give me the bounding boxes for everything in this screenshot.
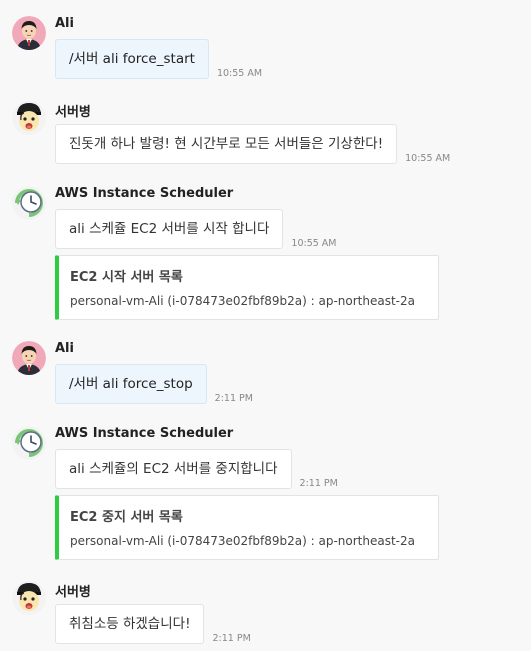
ali-avatar-icon[interactable] (12, 341, 46, 375)
ali-avatar-icon[interactable] (12, 16, 46, 50)
message-text: /서버 ali force_start (55, 39, 209, 79)
sender-name[interactable]: AWS Instance Scheduler (55, 186, 233, 201)
attachment-card: EC2 중지 서버 목록 personal-vm-Ali (i-078473e0… (55, 495, 439, 560)
sender-name[interactable]: Ali (55, 341, 74, 356)
sender-name[interactable]: 서버병 (55, 581, 91, 600)
timestamp[interactable]: 10:55 AM (291, 238, 336, 249)
sender-name[interactable]: Ali (55, 16, 74, 31)
attachment-body: personal-vm-Ali (i-078473e02fbf89b2a) : … (70, 534, 415, 548)
clock-avatar-icon[interactable] (12, 186, 46, 220)
message-text: ali 스케쥴 EC2 서버를 시작 합니다 (55, 209, 284, 249)
message-text: /서버 ali force_stop (55, 364, 207, 404)
message-text: 취침소등 하겠습니다! (55, 604, 205, 644)
message-text: ali 스케쥴의 EC2 서버를 중지합니다 (55, 449, 292, 489)
soldier-avatar-icon[interactable] (12, 101, 46, 135)
soldier-avatar-icon[interactable] (12, 581, 46, 615)
chat-log: Ali /서버 ali force_start 10:55 AM 서버병 진돗개… (0, 0, 531, 651)
attachment-title: EC2 중지 서버 목록 (70, 510, 183, 525)
attachment-body: personal-vm-Ali (i-078473e02fbf89b2a) : … (70, 294, 415, 308)
sender-name[interactable]: 서버병 (55, 101, 91, 120)
sender-name[interactable]: AWS Instance Scheduler (55, 426, 233, 441)
timestamp[interactable]: 2:11 PM (215, 393, 253, 404)
clock-avatar-icon[interactable] (12, 426, 46, 460)
timestamp[interactable]: 10:55 AM (217, 68, 262, 79)
timestamp[interactable]: 2:11 PM (212, 633, 250, 644)
attachment-title: EC2 시작 서버 목록 (70, 270, 183, 285)
timestamp[interactable]: 10:55 AM (405, 153, 450, 164)
timestamp[interactable]: 2:11 PM (300, 478, 338, 489)
attachment-card: EC2 시작 서버 목록 personal-vm-Ali (i-078473e0… (55, 255, 439, 320)
message-text: 진돗개 하나 발령! 현 시간부로 모든 서버들은 기상한다! (55, 124, 398, 164)
